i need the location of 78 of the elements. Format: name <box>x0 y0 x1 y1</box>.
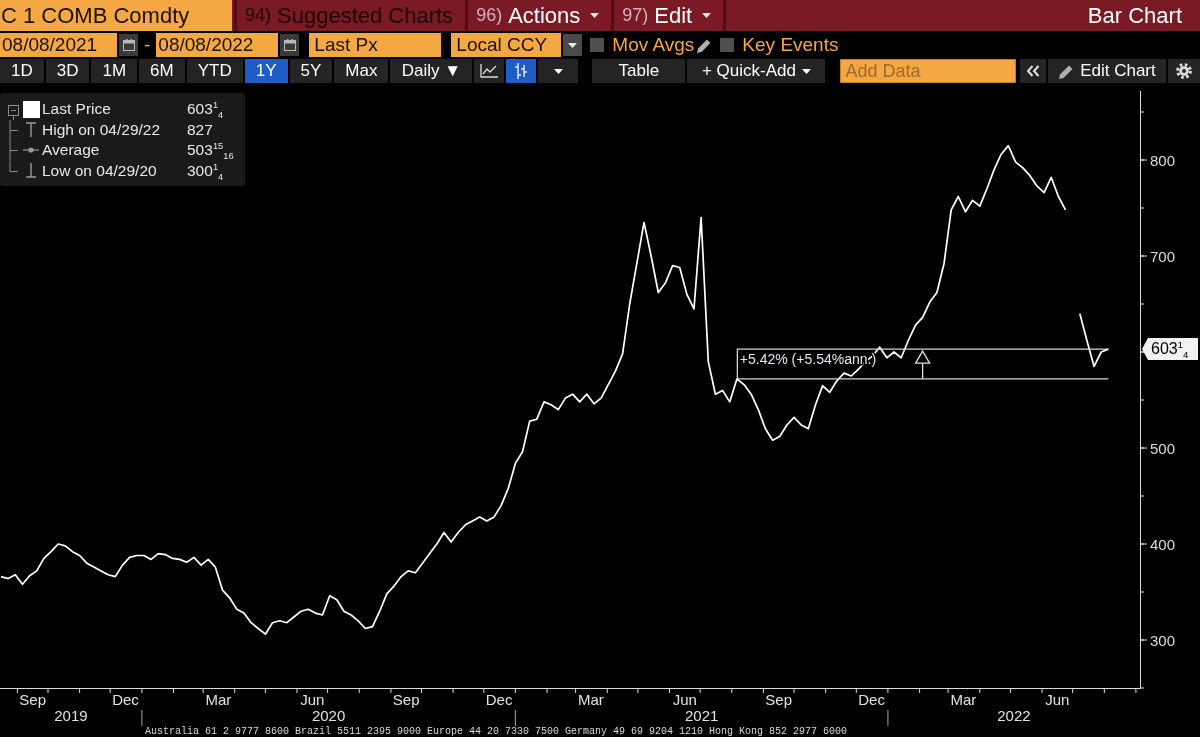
add-data-field[interactable]: Add Data <box>840 59 1017 83</box>
legend-value: 827 <box>187 120 214 139</box>
caret-icon <box>553 68 563 74</box>
x-axis-label: Mar <box>205 691 232 708</box>
legend-label: Low on 04/29/20 <box>42 161 158 180</box>
collapse-icon[interactable] <box>7 104 19 120</box>
window-title: Bar Chart <box>1087 2 1183 30</box>
quick-add-button[interactable]: + Quick-Add <box>687 59 826 83</box>
year-label: 2019 <box>54 707 88 724</box>
x-axis-label: Jun <box>300 691 325 708</box>
frequency-dropdown[interactable]: Daily ▼ <box>390 59 473 83</box>
style-menu-button[interactable] <box>538 59 579 83</box>
checkbox[interactable] <box>590 38 605 52</box>
dropdown-button[interactable] <box>563 34 583 56</box>
x-axis-label: Mar <box>578 691 604 708</box>
up-arrow-icon <box>914 349 931 380</box>
y-axis-label: 400 <box>1150 536 1176 553</box>
currency-field[interactable]: Local CCY <box>451 33 562 57</box>
year-label: 2022 <box>997 707 1031 724</box>
checkbox[interactable] <box>720 38 735 52</box>
end-date-field[interactable]: 08/08/2022 <box>156 33 279 57</box>
line-chart-icon <box>480 64 499 78</box>
bar-chart-icon <box>514 63 529 79</box>
start-date-field[interactable]: 08/08/2021 <box>0 33 117 57</box>
edit-chart-button[interactable]: Edit Chart <box>1048 59 1167 83</box>
chart-style-button[interactable] <box>506 59 537 83</box>
period-tab[interactable]: 1D <box>0 59 44 83</box>
x-axis-label: Jun <box>1045 691 1070 708</box>
year-label: 2021 <box>684 707 719 724</box>
table-button[interactable]: Table <box>592 59 686 83</box>
average-marker-icon <box>23 147 39 154</box>
checkbox-label[interactable]: Key Events <box>742 34 839 56</box>
chart-style-button[interactable] <box>474 59 505 83</box>
y-axis-label: 500 <box>1150 440 1176 457</box>
period-tab[interactable]: 5Y <box>289 59 333 83</box>
caret-icon <box>568 42 578 48</box>
settings-icon <box>1176 63 1193 79</box>
calendar-button[interactable] <box>119 34 138 56</box>
caret-icon <box>801 68 811 74</box>
collapse-button[interactable] <box>1020 59 1047 83</box>
period-tab[interactable]: YTD <box>186 59 243 83</box>
legend-label: High on 04/29/22 <box>42 120 162 139</box>
year-label: 2020 <box>311 707 346 724</box>
period-tab[interactable]: 6M <box>139 59 185 83</box>
x-axis-label: Dec <box>112 691 139 708</box>
calendar-button[interactable] <box>280 34 300 56</box>
y-axis-label: 700 <box>1150 248 1176 265</box>
caret-icon <box>702 13 712 18</box>
calendar-icon <box>283 39 296 51</box>
date-separator: - <box>144 34 151 56</box>
y-axis-label: 800 <box>1150 152 1176 169</box>
period-tab[interactable]: 1M <box>91 59 138 83</box>
x-axis-label: Jun <box>672 691 697 708</box>
low-marker-icon <box>26 163 36 179</box>
security-field[interactable]: C 1 COMB Comdty <box>0 0 232 31</box>
x-axis-label: Sep <box>392 691 420 708</box>
checkbox-label[interactable]: Mov Avgs <box>612 34 695 56</box>
menu-button[interactable]: 97) Edit <box>611 0 727 31</box>
caret-icon <box>590 13 600 18</box>
y-axis-label: 300 <box>1150 632 1176 649</box>
period-tab[interactable]: 3D <box>45 59 90 83</box>
settings-button[interactable] <box>1168 59 1200 83</box>
pencil-icon <box>1059 63 1075 79</box>
x-axis-label: Sep <box>19 691 46 708</box>
footer-text: Australia 61 2 9777 8600 Brazil 5511 2395 9000 Europe 44 20 7330 7500 Germany 49 69 9204 1210 Hong Kong 852 2977 6000 <box>144 726 849 737</box>
legend-label: Last Price <box>42 100 112 119</box>
price-field[interactable]: Last Px <box>309 33 442 57</box>
legend-label: Average <box>42 141 101 160</box>
double-chevron-left-icon <box>1026 65 1041 77</box>
period-tab[interactable]: 1Y <box>244 59 288 83</box>
x-axis-label: Dec <box>858 691 885 708</box>
tree-branch-icon <box>8 119 18 140</box>
high-marker-icon <box>26 122 36 138</box>
calendar-icon <box>122 39 135 51</box>
x-axis-label: Mar <box>950 691 977 708</box>
x-axis-label: Dec <box>485 691 513 708</box>
x-axis-label: Sep <box>765 691 793 708</box>
period-tab[interactable]: Max <box>334 59 389 83</box>
